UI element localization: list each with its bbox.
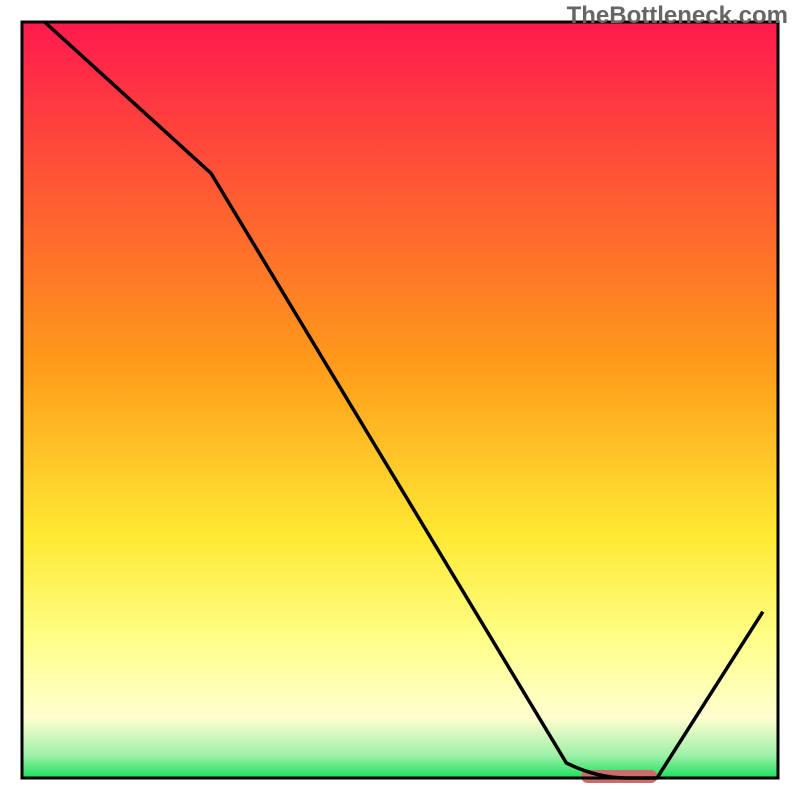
chart-container: { "watermark": "TheBottleneck.com", "cha… [0, 0, 800, 800]
watermark-label: TheBottleneck.com [567, 2, 788, 30]
bottleneck-chart [0, 0, 800, 800]
plot-background [22, 22, 778, 778]
